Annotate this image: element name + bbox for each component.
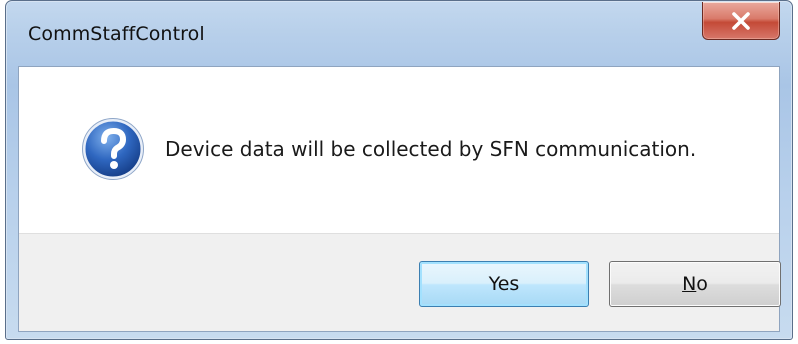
- window-title: CommStaffControl: [28, 23, 205, 45]
- message-text: Device data will be collected by SFN com…: [165, 137, 697, 161]
- close-icon: [731, 11, 751, 30]
- button-bar: Yes No: [19, 233, 781, 331]
- dialog-content: Device data will be collected by SFN com…: [18, 66, 781, 332]
- title-bar[interactable]: CommStaffControl: [6, 1, 792, 65]
- yes-button[interactable]: Yes: [419, 261, 589, 307]
- yes-button-label: Yes: [488, 273, 520, 295]
- no-button[interactable]: No: [609, 261, 781, 307]
- question-icon: [81, 117, 145, 181]
- close-button[interactable]: [702, 2, 780, 40]
- dialog-window: CommStaffControl Device data will be col…: [5, 0, 793, 340]
- message-panel: Device data will be collected by SFN com…: [19, 67, 779, 233]
- no-button-label: No: [682, 273, 708, 295]
